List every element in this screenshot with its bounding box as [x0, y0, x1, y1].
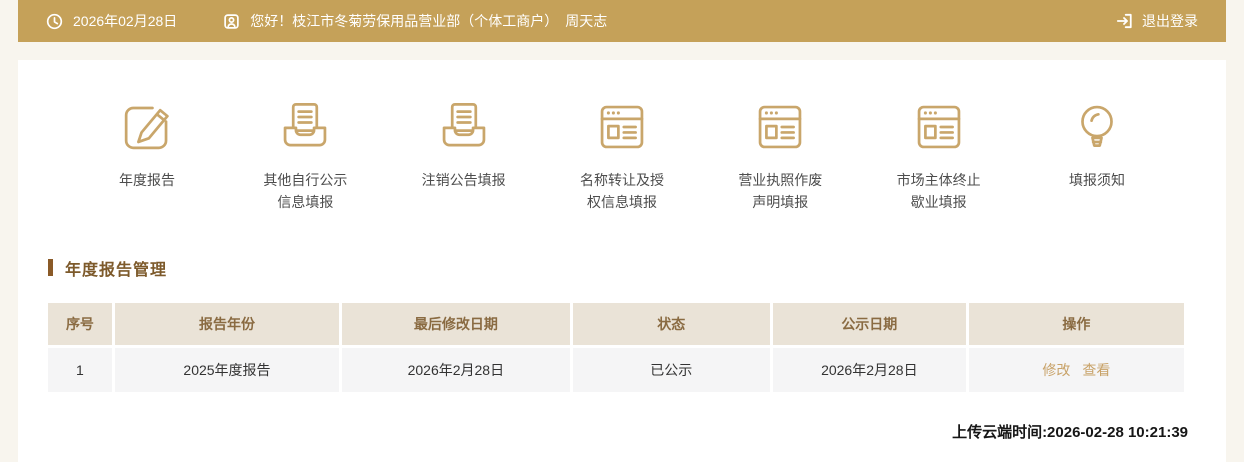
nav-item-label: 年度报告 [119, 172, 175, 188]
col-header-report-year: 报告年份 [114, 302, 340, 345]
cell-report-year: 2025年度报告 [114, 347, 340, 392]
greeting-text: 您好！枝江市冬菊劳保用品营业部（个体工商户） 周天志 [250, 13, 608, 29]
top-header-bar: 2026年02月28日 您好！枝江市冬菊劳保用品营业部（个体工商户） 周天志 退… [18, 0, 1226, 42]
nav-item-label: 市场主体终止歇业填报 [896, 172, 981, 211]
logout-icon [1115, 12, 1133, 30]
nav-item-label: 填报须知 [1068, 172, 1125, 188]
col-header-seq: 序号 [48, 302, 112, 345]
nav-item-license-void[interactable]: 营业执照作废声明填报 [719, 98, 841, 214]
nav-item-label: 名称转让及授权信息填报 [579, 172, 664, 211]
nav-item-label: 注销公告填报 [421, 172, 506, 188]
inbox-document-icon [276, 98, 334, 156]
section-header: 年度报告管理 [48, 256, 1196, 280]
cell-status: 已公示 [572, 347, 770, 392]
nav-item-name-transfer[interactable]: 名称转让及授权信息填报 [561, 98, 683, 214]
table-header-row: 序号 报告年份 最后修改日期 状态 公示日期 操作 [48, 302, 1184, 345]
nav-item-filing-instructions[interactable]: 填报须知 [1036, 98, 1158, 214]
browser-window-icon [910, 98, 968, 156]
modify-link[interactable]: 修改 [1042, 362, 1070, 378]
nav-item-other-disclosure[interactable]: 其他自行公示信息填报 [244, 98, 366, 214]
col-header-publish-date: 公示日期 [772, 302, 966, 345]
col-header-actions: 操作 [968, 302, 1184, 345]
inbox-document-icon [435, 98, 493, 156]
current-date: 2026年02月28日 [73, 13, 178, 29]
view-link[interactable]: 查看 [1082, 362, 1110, 378]
table-row: 1 2025年度报告 2026年2月28日 已公示 2026年2月28日 修改查… [48, 347, 1184, 392]
logout-label: 退出登录 [1142, 13, 1198, 29]
cell-seq: 1 [48, 347, 112, 392]
cell-publish-date: 2026年2月28日 [772, 347, 966, 392]
browser-window-icon [593, 98, 651, 156]
user-badge-icon [223, 13, 240, 30]
nav-item-cancellation-notice[interactable]: 注销公告填报 [403, 98, 525, 214]
date-group: 2026年02月28日 [46, 11, 177, 31]
lightbulb-icon [1068, 98, 1126, 156]
nav-item-label: 营业执照作废声明填报 [738, 172, 823, 211]
clock-icon [46, 13, 63, 30]
edit-icon [118, 98, 176, 156]
browser-window-icon [751, 98, 809, 156]
greeting-group: 您好！枝江市冬菊劳保用品营业部（个体工商户） 周天志 [223, 11, 607, 31]
nav-icon-row: 年度报告 其他自行公示信息填报 注销公告填报 名称转让及授权信息填报 营业执照作… [48, 98, 1196, 214]
cell-actions: 修改 查看 [968, 347, 1184, 392]
col-header-status: 状态 [572, 302, 770, 345]
main-panel: 年度报告 其他自行公示信息填报 注销公告填报 名称转让及授权信息填报 营业执照作… [18, 60, 1226, 462]
annual-report-table: 序号 报告年份 最后修改日期 状态 公示日期 操作 1 2025年度报告 202… [45, 300, 1187, 395]
nav-item-annual-report[interactable]: 年度报告 [86, 98, 208, 214]
section-accent-bar [48, 259, 53, 277]
logout-button[interactable]: 退出登录 [1115, 11, 1198, 31]
nav-item-label: 其他自行公示信息填报 [263, 172, 348, 211]
section-title: 年度报告管理 [65, 261, 168, 279]
upload-cloud-time: 上传云端时间:2026-02-28 10:21:39 [952, 423, 1188, 441]
cell-last-modified: 2026年2月28日 [342, 347, 570, 392]
col-header-last-modified: 最后修改日期 [342, 302, 570, 345]
nav-item-business-suspension[interactable]: 市场主体终止歇业填报 [878, 98, 1000, 214]
